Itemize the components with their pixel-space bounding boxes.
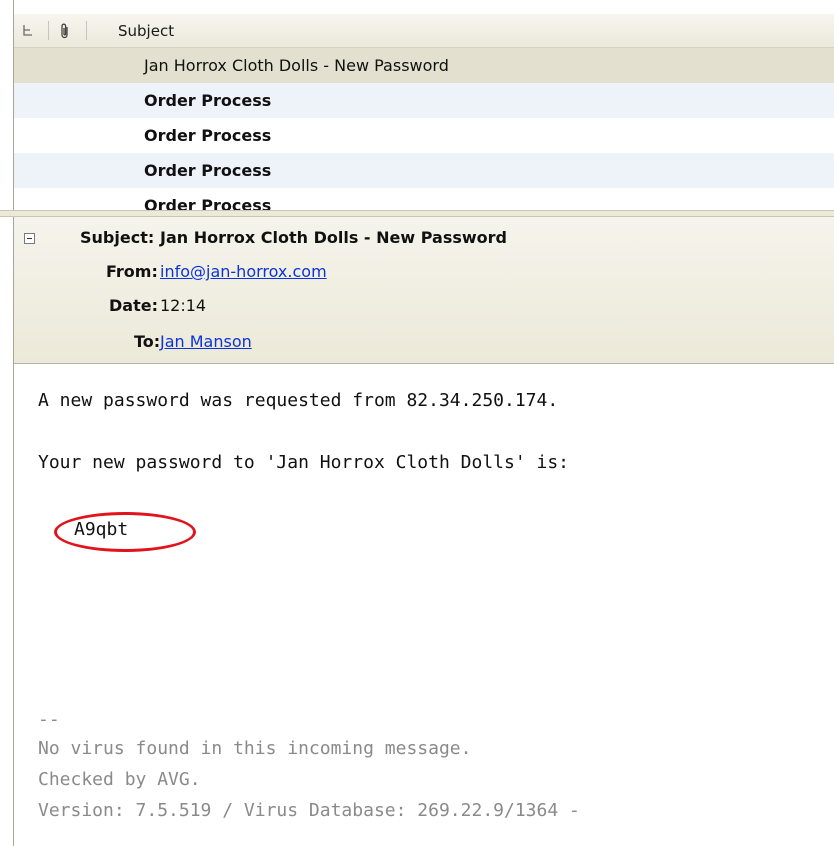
column-divider[interactable] [48,21,49,40]
highlight-circle [54,512,196,552]
date-value: 12:14 [160,296,207,315]
subject-label: Subject: [80,228,155,247]
message-list: Subject Jan Horrox Cloth Dolls - New Pas… [14,0,834,210]
body-line: A new password was requested from 82.34.… [38,390,559,411]
from-label: From: [106,262,158,281]
body-line: Your new password to 'Jan Horrox Cloth D… [38,452,570,473]
signature-line: Checked by AVG. [38,769,201,790]
message-row[interactable]: Order Process [14,153,834,188]
signature-line: No virus found in this incoming message. [38,738,472,759]
to-label: To: [134,332,161,351]
message-row[interactable]: Order Process [14,118,834,153]
column-divider[interactable] [86,21,87,40]
message-header: Subject: Jan Horrox Cloth Dolls - New Pa… [14,217,834,364]
thread-column-header[interactable] [22,14,36,47]
pane-splitter[interactable] [0,210,834,217]
from-link[interactable]: info@jan-horrox.com [160,257,327,287]
from-field: From: info@jan-horrox.com [14,257,834,287]
message-list-header: Subject [14,14,834,48]
signature-line: Version: 7.5.519 / Virus Database: 269.2… [38,800,580,821]
subject-column-header[interactable]: Subject [118,14,174,47]
signature-separator: -- [38,709,60,730]
to-field: To: Jan Manson [14,327,834,357]
message-rows: Jan Horrox Cloth Dolls - New Password Or… [14,48,834,210]
date-field: Date: 12:14 [14,291,834,321]
message-row[interactable]: Order Process [14,188,834,210]
thread-icon [23,24,32,36]
subject-value: Jan Horrox Cloth Dolls - New Password [160,228,507,247]
left-edge [0,0,14,846]
attachment-column-header[interactable] [60,14,74,47]
message-row[interactable]: Order Process [14,83,834,118]
date-label: Date: [109,296,158,315]
message-row[interactable]: Jan Horrox Cloth Dolls - New Password [14,48,834,83]
to-link[interactable]: Jan Manson [160,327,252,357]
paperclip-icon [61,23,68,38]
subject-field: Subject: Jan Horrox Cloth Dolls - New Pa… [14,223,834,253]
mail-client: Subject Jan Horrox Cloth Dolls - New Pas… [0,0,834,846]
message-body: A new password was requested from 82.34.… [14,364,834,846]
